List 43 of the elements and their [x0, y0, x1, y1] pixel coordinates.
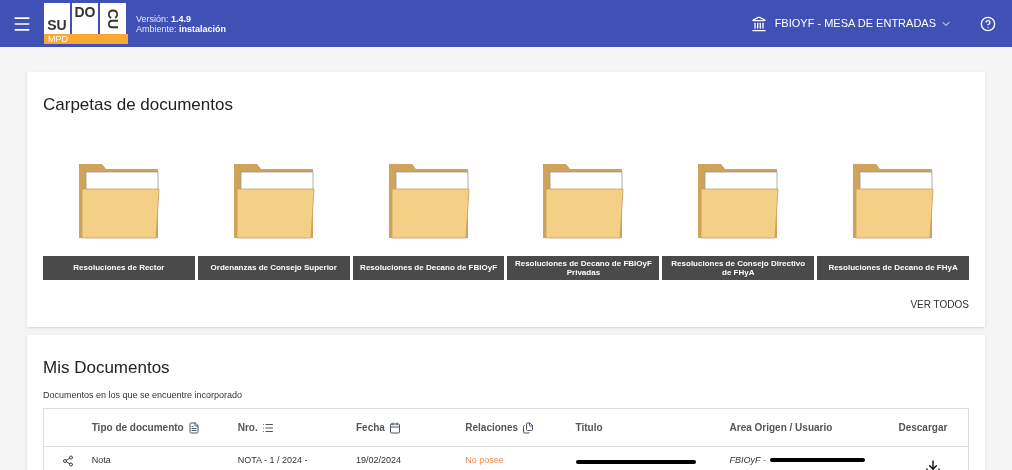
- folder-icon: [542, 162, 625, 239]
- folder-label-button[interactable]: Ordenanzas de Consejo Superior: [197, 255, 350, 280]
- share-icon[interactable]: [61, 455, 74, 467]
- folder-icon: [387, 162, 470, 239]
- folder-icon: [232, 162, 315, 239]
- column-header: Relaciones: [465, 421, 519, 435]
- folder-label-button[interactable]: Resoluciones de Decano de FBIOyF: [352, 255, 505, 280]
- column-header: Tipo de documento: [91, 421, 184, 435]
- download-icon[interactable]: [925, 459, 942, 470]
- document-icon: [187, 421, 200, 434]
- see-all-button[interactable]: VER TODOS: [910, 296, 969, 312]
- logo-letter: CU: [100, 3, 126, 34]
- folder-label-button[interactable]: Resoluciones de Decano de FHyA: [817, 255, 969, 280]
- building-icon: [750, 15, 767, 32]
- logo-letter: DO: [72, 3, 98, 34]
- column-header: Fecha: [355, 421, 385, 435]
- table-cell: NOTA - 1 / 2024 -: [237, 455, 308, 465]
- folder-label-button[interactable]: Resoluciones de Decano de FBIOyF Privadas: [507, 255, 660, 280]
- folder-label-button[interactable]: Resoluciones de Rector: [43, 255, 195, 280]
- folder-label-button[interactable]: Resoluciones de Consejo Directivo de FHyA: [662, 255, 815, 280]
- column-header: Titulo: [575, 421, 603, 435]
- table-cell: No posee: [465, 455, 504, 465]
- files-icon: [522, 421, 535, 434]
- column-header: Nro.: [237, 421, 258, 435]
- column-header: Descargar: [898, 421, 948, 435]
- version-text: Versión: 1.4.9: [136, 13, 193, 24]
- folder-icon: [77, 162, 160, 239]
- section-title: Mis Documentos: [43, 357, 171, 379]
- column-header: Area Origen / Usuario: [729, 421, 833, 435]
- environment-text: Ambiente: instalación: [136, 23, 227, 34]
- folder-icon: [697, 162, 780, 239]
- folder-icon: [852, 162, 935, 239]
- table-cell: Nota: [91, 455, 111, 465]
- section-subtitle: Documentos en los que se encuentre incorporado: [43, 388, 244, 402]
- logo-letter: SU: [44, 3, 70, 34]
- table-cell: FBIOyF -: [729, 455, 766, 465]
- calendar-icon: [388, 421, 401, 434]
- logo-tag: MPD: [44, 34, 128, 44]
- table-cell: 19/02/2024: [355, 455, 401, 465]
- section-title: Carpetas de documentos: [43, 94, 234, 116]
- list-icon: [261, 421, 274, 434]
- office-dropdown[interactable]: FBIOYF - MESA DE ENTRADAS: [774, 15, 952, 32]
- help-icon[interactable]: [980, 15, 996, 32]
